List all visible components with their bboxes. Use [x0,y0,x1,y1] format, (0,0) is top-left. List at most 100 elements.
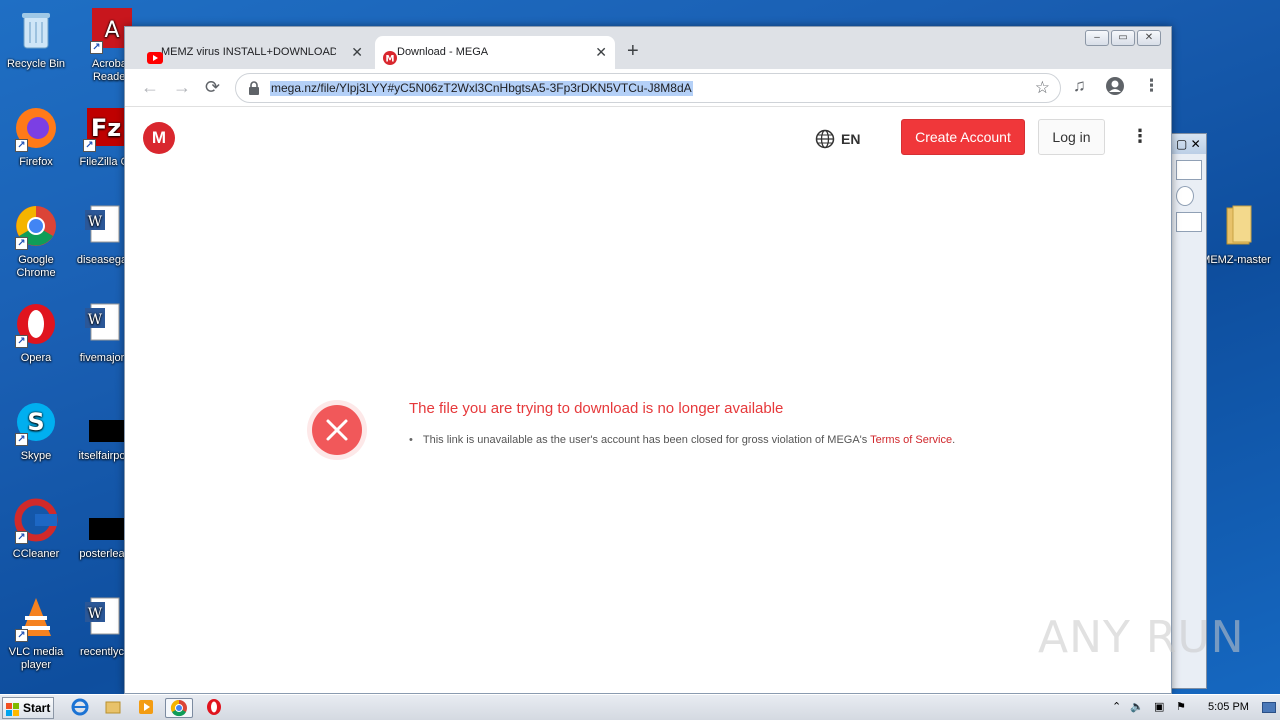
windows-flag-icon [6,702,20,716]
ccleaner-icon: ↗ [13,498,59,544]
error-detail-suffix: . [952,434,956,446]
taskbar-opera-icon[interactable] [200,698,228,718]
recycle-bin-icon [13,8,59,54]
tab-youtube[interactable]: MEMZ virus INSTALL+DOWNLOAD (c ✕ [139,36,371,69]
shortcut-arrow-icon: ↗ [15,139,28,152]
close-window-button[interactable]: ✕ [1137,30,1161,46]
taskbar: Start ⌃ 🔈 ▣ ⚑ 5:05 PM [0,694,1280,720]
tab-title: Download - MEGA [397,46,489,58]
shortcut-arrow-icon: ↗ [15,335,28,348]
skype-icon: S ↗ [13,400,59,446]
desktop-icon-label: Firefox [19,156,53,168]
clock[interactable]: 5:05 PM [1208,701,1249,713]
desktop-icon-opera[interactable]: ↗ Opera [0,302,72,365]
tab-close-icon[interactable]: ✕ [351,36,363,69]
explorer-icon[interactable] [99,698,127,718]
media-control-icon[interactable]: ♫ [1073,76,1086,96]
action-center-flag-icon[interactable]: ⚑ [1176,700,1186,713]
reload-button[interactable]: ⟳ [205,77,220,97]
error-detail-text: This link is unavailable as the user's a… [422,434,871,446]
mega-page: M EN Create Account Log in ⋮ The file yo… [125,107,1171,693]
profile-avatar-icon[interactable] [1105,76,1125,101]
forward-button[interactable]: → [173,77,191,97]
desktop-icon-memz-master[interactable]: MEMZ-master [1200,204,1272,267]
mega-icon: M [383,46,397,65]
vlc-icon: ↗ [13,596,59,642]
svg-text:M: M [386,55,395,65]
svg-text:A: A [104,18,119,43]
tab-mega[interactable]: M Download - MEGA ✕ [375,36,615,69]
desktop-icon-vlc[interactable]: ↗ VLC media player [0,596,72,672]
background-window-help-button[interactable] [1176,186,1194,206]
word-doc-icon: W [79,596,125,642]
desktop-icon-recycle-bin[interactable]: Recycle Bin [0,8,72,71]
taskbar-chrome-icon[interactable] [165,698,193,718]
start-label: Start [23,701,51,715]
shortcut-arrow-icon: ↗ [15,237,28,250]
error-detail: • This link is unavailable as the user's … [409,434,955,446]
svg-text:W: W [88,214,103,230]
network-icon[interactable]: ▣ [1154,700,1164,713]
svg-text:S: S [27,408,44,436]
anyrun-watermark: ANY RUN [1038,612,1245,663]
browser-menu-icon[interactable]: ⋮ [1143,76,1160,96]
word-doc-icon: W [79,302,125,348]
svg-text:W: W [88,606,103,622]
error-x-icon [312,405,362,455]
back-button[interactable]: ← [141,77,159,97]
shortcut-arrow-icon: ↗ [15,629,28,642]
desktop-icon-skype[interactable]: S ↗ Skype [0,400,72,463]
svg-text:Fz: Fz [91,114,121,142]
background-window-titlebar[interactable]: ▢ ✕ [1172,134,1206,154]
language-selector[interactable]: EN [815,129,860,152]
desktop-icon-chrome[interactable]: ↗ Google Chrome [0,204,72,280]
volume-icon[interactable]: 🔈 [1130,700,1144,713]
desktop-icon-ccleaner[interactable]: ↗ CCleaner [0,498,72,561]
ie-icon[interactable] [66,698,94,718]
shortcut-arrow-icon: ↗ [15,531,28,544]
tab-close-icon[interactable]: ✕ [595,36,607,69]
background-window-search-box[interactable] [1176,160,1202,180]
lock-icon [248,81,260,95]
background-explorer-window[interactable]: ▢ ✕ [1171,133,1207,689]
new-tab-button[interactable]: + [627,40,639,62]
svg-text:W: W [88,312,103,328]
terms-of-service-link[interactable]: Terms of Service [870,434,952,446]
media-player-icon[interactable] [132,698,160,718]
desktop-icon-label: MEMZ-master [1201,254,1271,266]
create-account-button[interactable]: Create Account [901,119,1025,155]
login-button[interactable]: Log in [1038,119,1105,155]
youtube-icon [147,46,163,64]
address-bar[interactable]: mega.nz/file/Ylpj3LYY#yC5N06zT2Wxl3CnHbg… [235,73,1061,103]
word-doc-icon: W [79,204,125,250]
black-file-icon [79,400,125,446]
chrome-icon: ↗ [13,204,59,250]
bookmark-star-icon[interactable]: ☆ [1035,78,1050,98]
tab-title: MEMZ virus INSTALL+DOWNLOAD (c [161,46,336,58]
globe-icon [815,129,835,152]
show-desktop-icon[interactable] [1262,702,1276,713]
shortcut-arrow-icon: ↗ [15,433,28,446]
background-window-panel [1176,212,1202,232]
window-controls: – ▭ ✕ [1083,27,1161,46]
desktop-icon-label: VLC media player [8,646,64,671]
firefox-icon: ↗ [13,106,59,152]
opera-icon: ↗ [13,302,59,348]
filezilla-icon: Fz ↗ [81,106,127,152]
minimize-button[interactable]: – [1085,30,1109,46]
url-text[interactable]: mega.nz/file/Ylpj3LYY#yC5N06zT2Wxl3CnHbg… [270,81,693,96]
shortcut-arrow-icon: ↗ [90,41,103,54]
mega-menu-icon[interactable]: ⋮ [1131,126,1149,146]
tab-strip: MEMZ virus INSTALL+DOWNLOAD (c ✕ M Downl… [125,27,1171,69]
error-title: The file you are trying to download is n… [409,400,784,417]
chrome-window: MEMZ virus INSTALL+DOWNLOAD (c ✕ M Downl… [124,26,1172,694]
desktop-icon-label: CCleaner [12,548,60,560]
restore-button[interactable]: ▭ [1111,30,1135,46]
desktop-icon-firefox[interactable]: ↗ Firefox [0,106,72,169]
desktop-icon-label: Google Chrome [16,254,56,279]
tray-expand-icon[interactable]: ⌃ [1112,700,1121,713]
mega-logo[interactable]: M [143,122,175,154]
start-button[interactable]: Start [2,697,54,719]
language-label: EN [841,131,861,148]
shortcut-arrow-icon: ↗ [83,139,96,152]
